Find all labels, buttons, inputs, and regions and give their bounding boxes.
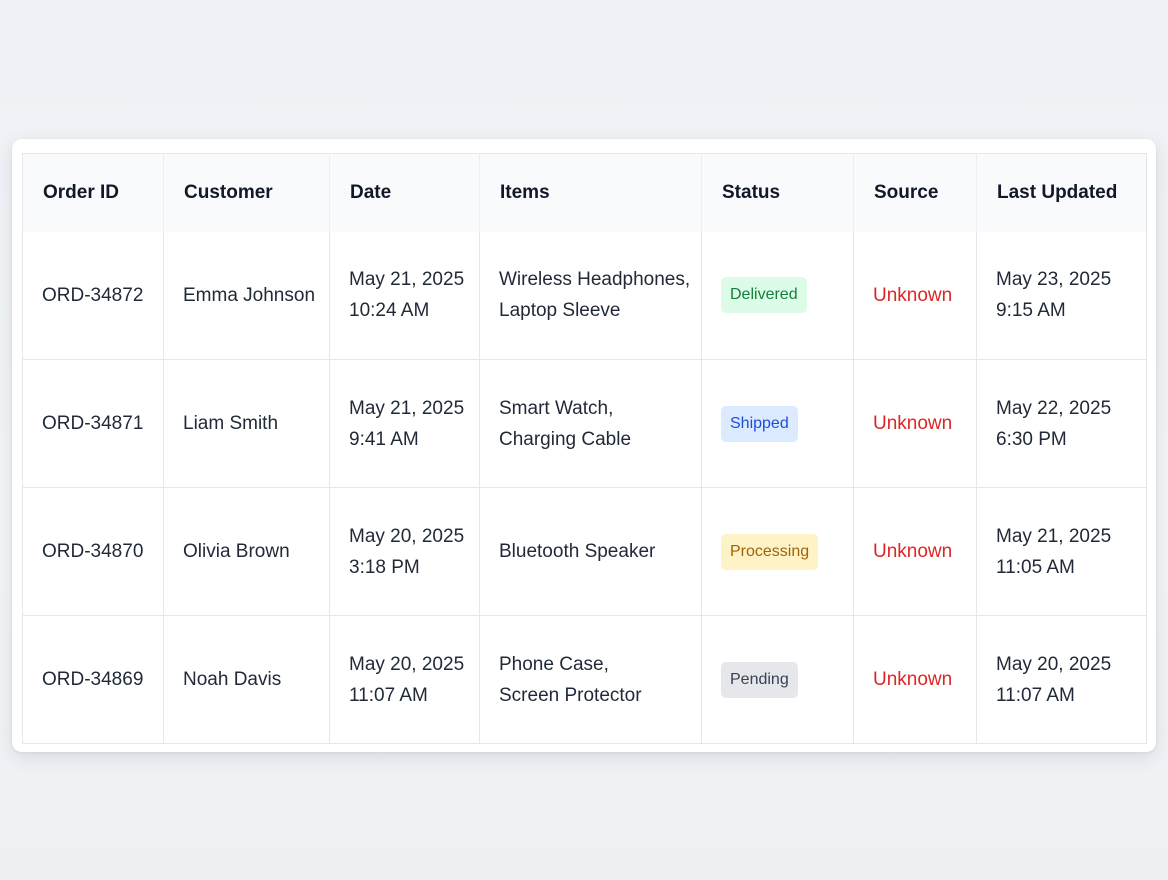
orders-card: Order ID Customer Date Items Status Sour… (12, 139, 1156, 752)
column-header-date[interactable]: Date (329, 153, 480, 232)
order-id-cell-text: ORD-34869 (42, 669, 144, 690)
items-cell-line: Bluetooth Speaker (499, 541, 656, 562)
status-cell: Processing (701, 487, 854, 616)
customer-cell: Emma Johnson (163, 231, 330, 360)
date-cell-line: 10:24 AM (349, 300, 430, 322)
customer-cell: Noah Davis (163, 615, 330, 744)
last-updated-cell: May 20, 2025 11:07 AM (976, 615, 1147, 744)
order-id-cell: ORD-34870 (22, 487, 164, 616)
last-updated-cell-line: 6:30 PM (996, 428, 1067, 450)
last-updated-cell-line: May 21, 2025 (996, 525, 1112, 547)
date-cell-line: May 21, 2025 (349, 397, 465, 419)
items-cell: Smart Watch, Charging Cable (479, 359, 702, 488)
order-id-cell-text: ORD-34871 (42, 413, 144, 434)
date-cell: May 21, 2025 10:24 AM (329, 231, 480, 360)
date-cell-line: May 20, 2025 (349, 525, 465, 547)
source-cell-text: Unknown (873, 669, 953, 690)
items-cell-line: Charging Cable (499, 428, 632, 450)
items-cell: Wireless Headphones, Laptop Sleeve (479, 231, 702, 360)
table-header: Order ID Customer Date Items Status Sour… (22, 153, 1147, 232)
customer-cell-text: Olivia Brown (183, 541, 290, 562)
source-cell-text: Unknown (873, 284, 953, 306)
order-id-cell: ORD-34869 (22, 615, 164, 744)
source-cell: Unknown (853, 359, 977, 488)
customer-cell: Olivia Brown (163, 487, 330, 616)
status-badge: Shipped (721, 405, 798, 442)
status-cell: Delivered (701, 231, 854, 360)
column-header-customer[interactable]: Customer (163, 153, 330, 232)
items-cell: Bluetooth Speaker (479, 487, 702, 616)
last-updated-cell: May 22, 2025 6:30 PM (976, 359, 1147, 488)
items-cell-line: Laptop Sleeve (499, 300, 621, 322)
source-cell: Unknown (853, 487, 977, 616)
last-updated-cell-line: 11:05 AM (996, 556, 1075, 578)
customer-cell-text: Noah Davis (183, 669, 282, 690)
last-updated-cell: May 21, 2025 11:05 AM (976, 487, 1147, 616)
date-cell-line: May 21, 2025 (349, 269, 465, 291)
table-row[interactable]: ORD-34869 Noah Davis May 20, 2025 11:07 AM P… (22, 615, 1147, 744)
column-header-source[interactable]: Source (853, 153, 977, 232)
date-cell-line: 9:41 AM (349, 428, 419, 450)
order-id-cell-text: ORD-34872 (42, 284, 144, 306)
items-cell: Phone Case, Screen Protector (479, 615, 702, 744)
source-cell: Unknown (853, 615, 977, 744)
date-cell: May 20, 2025 11:07 AM (329, 615, 480, 744)
last-updated-cell-line: 9:15 AM (996, 300, 1066, 322)
customer-cell-text: Liam Smith (183, 413, 279, 434)
status-cell: Pending (701, 615, 854, 744)
column-header-status[interactable]: Status (701, 153, 854, 232)
source-cell-text: Unknown (873, 413, 953, 434)
status-badge: Pending (721, 661, 798, 698)
order-id-cell-text: ORD-34870 (42, 541, 144, 562)
items-cell-line: Screen Protector (499, 684, 642, 706)
column-header-items[interactable]: Items (479, 153, 702, 232)
status-cell: Shipped (701, 359, 854, 488)
status-badge: Delivered (721, 277, 807, 314)
date-cell-line: 3:18 PM (349, 556, 420, 578)
last-updated-cell-line: May 22, 2025 (996, 397, 1112, 419)
order-id-cell: ORD-34871 (22, 359, 164, 488)
date-cell: May 20, 2025 3:18 PM (329, 487, 480, 616)
source-cell: Unknown (853, 231, 977, 360)
table-row[interactable]: ORD-34870 Olivia Brown May 20, 2025 3:18 PM… (22, 487, 1147, 616)
date-cell: May 21, 2025 9:41 AM (329, 359, 480, 488)
orders-table: Order ID Customer Date Items Status Sour… (22, 153, 1147, 744)
date-cell-line: May 20, 2025 (349, 653, 465, 675)
items-cell-line: Wireless Headphones, (499, 269, 691, 291)
table-body: ORD-34872 Emma Johnson May 21, 2025 10:24 A… (22, 231, 1147, 744)
order-id-cell: ORD-34872 (22, 231, 164, 360)
last-updated-cell-line: May 20, 2025 (996, 653, 1112, 675)
header-row: Order ID Customer Date Items Status Sour… (22, 153, 1147, 232)
last-updated-cell-line: 11:07 AM (996, 684, 1075, 706)
items-cell-line: Phone Case, (499, 653, 609, 675)
last-updated-cell-line: May 23, 2025 (996, 269, 1112, 291)
column-header-last-updated[interactable]: Last Updated (976, 153, 1147, 232)
items-cell-line: Smart Watch, (499, 397, 614, 419)
date-cell-line: 11:07 AM (349, 684, 428, 706)
table-row[interactable]: ORD-34871 Liam Smith May 21, 2025 9:41 AM Sm… (22, 359, 1147, 488)
status-badge: Processing (721, 533, 819, 570)
source-cell-text: Unknown (873, 541, 953, 562)
column-header-order-id[interactable]: Order ID (22, 153, 164, 232)
last-updated-cell: May 23, 2025 9:15 AM (977, 232, 1147, 360)
customer-cell: Liam Smith (163, 359, 330, 488)
table-row[interactable]: ORD-34872 Emma Johnson May 21, 2025 10:24 A… (22, 231, 1147, 360)
page: Order ID Customer Date Items Status Sour… (0, 0, 1168, 880)
customer-cell-text: Emma Johnson (183, 284, 316, 306)
